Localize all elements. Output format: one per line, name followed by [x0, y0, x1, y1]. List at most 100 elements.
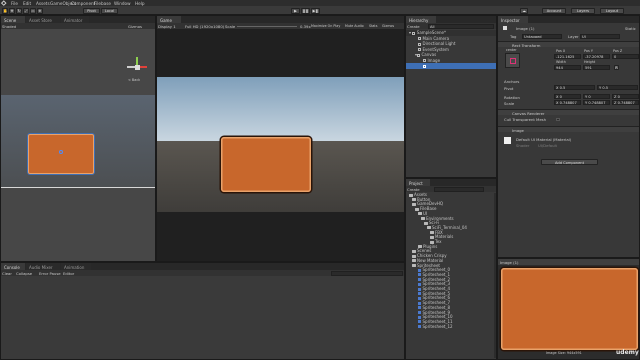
rect-transform-header[interactable]: Rect Transform: [498, 41, 639, 48]
pivot-y-field[interactable]: Y 0.5: [597, 85, 638, 90]
shading-dropdown[interactable]: Shaded: [2, 24, 16, 29]
scene-pivot-icon[interactable]: [59, 150, 63, 154]
collab-cloud-icon[interactable]: ☁: [520, 7, 528, 14]
hierarchy-scene-label: SampleScene*: [416, 30, 446, 35]
maximize-on-play-toggle[interactable]: Maximize On Play: [311, 24, 340, 28]
scene-icon: [412, 31, 416, 35]
tab-hierarchy[interactable]: Hierarchy: [406, 16, 436, 23]
object-name-field[interactable]: Image (1): [516, 26, 534, 31]
static-toggle[interactable]: Static: [625, 26, 636, 31]
mute-audio-toggle[interactable]: Mute Audio: [345, 24, 364, 28]
tab-console[interactable]: Console: [1, 263, 25, 270]
scene-viewport[interactable]: < Back: [1, 29, 155, 261]
width-label: Width: [556, 60, 566, 64]
shader-dropdown[interactable]: UI/Default: [538, 143, 557, 148]
hierarchy-item-label: Main Camera: [422, 35, 450, 41]
width-field[interactable]: 944: [554, 65, 581, 70]
hierarchy-item-label: EventSystem: [422, 46, 449, 52]
folder-icon: [412, 264, 416, 267]
console-collapse-button[interactable]: Collapse: [16, 271, 32, 276]
rotation-y-field[interactable]: Y 0: [583, 94, 610, 99]
pos-x-field[interactable]: -121.1625: [554, 54, 581, 59]
pivot-toggle[interactable]: Pivot: [83, 7, 100, 14]
project-create-dropdown[interactable]: Create: [407, 187, 420, 192]
canvas-renderer-header[interactable]: Canvas Renderer: [498, 109, 639, 116]
rotate-tool-button[interactable]: ↻: [16, 7, 22, 14]
project-search-input[interactable]: [434, 186, 484, 192]
sprite-icon: [418, 268, 421, 272]
scale-tool-button[interactable]: ⤢: [23, 7, 29, 14]
preview-size-label: Image Size: 944x591: [546, 351, 582, 355]
layout-dropdown[interactable]: Layout: [600, 7, 624, 14]
scale-slider[interactable]: [237, 25, 297, 27]
raw-edit-button[interactable]: R: [614, 65, 619, 70]
object-active-checkbox[interactable]: [503, 26, 507, 30]
preview-title: Image (1): [500, 259, 519, 265]
pos-y-field[interactable]: -37.20978: [583, 54, 610, 59]
scene-gizmos-dropdown[interactable]: Gizmos: [128, 24, 142, 29]
hierarchy-item-selected[interactable]: [406, 63, 496, 69]
scale-y-field[interactable]: Y 0.748807: [583, 100, 610, 105]
tab-project[interactable]: Project: [406, 179, 430, 186]
inspector-tabbar: Inspector: [498, 16, 639, 23]
hierarchy-item-label: Image: [427, 57, 441, 63]
anchor-preset-label: center: [506, 48, 517, 52]
scene-tabbar: Scene Asset Store Animator: [1, 16, 155, 23]
game-viewport[interactable]: [157, 29, 404, 261]
scale-z-field[interactable]: Z 0.748807: [612, 100, 639, 105]
console-clear-button[interactable]: Clear: [2, 271, 12, 276]
console-search-input[interactable]: [331, 270, 403, 276]
axis-center-icon[interactable]: [134, 64, 140, 70]
image-component-header[interactable]: Image: [498, 126, 639, 133]
scene-image-object[interactable]: [27, 133, 95, 175]
height-field[interactable]: 591: [583, 65, 610, 70]
add-component-button[interactable]: Add Component: [541, 159, 598, 165]
display-dropdown[interactable]: Display 1: [158, 24, 176, 29]
console-error-pause-button[interactable]: Error Pause: [39, 271, 61, 276]
tab-audio-mixer[interactable]: Audio Mixer: [26, 263, 60, 270]
resolution-dropdown[interactable]: Full HD (1920x1080): [185, 24, 224, 29]
layers-dropdown[interactable]: Layers: [571, 7, 595, 14]
sprite-icon: [418, 273, 421, 277]
tag-dropdown[interactable]: Untagged: [522, 33, 562, 39]
stats-toggle[interactable]: Stats: [369, 24, 377, 28]
tab-inspector[interactable]: Inspector: [498, 16, 528, 23]
pos-z-field[interactable]: 0: [612, 54, 639, 59]
cull-mesh-checkbox[interactable]: [556, 117, 560, 121]
tab-animation[interactable]: Animation: [61, 263, 91, 270]
axis-x-icon[interactable]: [139, 66, 147, 68]
transform-tool-button[interactable]: ⊕: [37, 7, 43, 14]
rect-tool-button[interactable]: ▭: [30, 7, 36, 14]
project-sprite-item[interactable]: Spritesheet_12: [406, 324, 494, 330]
account-dropdown[interactable]: Account: [542, 7, 566, 14]
console-panel: Console Audio Mixer Animation Clear Coll…: [0, 262, 405, 360]
axis-gizmo[interactable]: [127, 57, 147, 77]
anchors-foldout[interactable]: Anchors: [504, 79, 519, 84]
tab-asset-store[interactable]: Asset Store: [26, 16, 60, 23]
pause-button[interactable]: ❚❚: [301, 7, 310, 14]
layer-dropdown[interactable]: UI: [580, 33, 620, 39]
game-gizmos-dropdown[interactable]: Gizmos: [382, 24, 394, 28]
tab-animator[interactable]: Animator: [61, 16, 89, 23]
pivot-x-field[interactable]: X 0.5: [554, 85, 595, 90]
tab-scene[interactable]: Scene: [1, 16, 25, 23]
hand-tool-button[interactable]: ✋: [2, 7, 8, 14]
console-editor-dropdown[interactable]: Editor: [63, 271, 74, 276]
tab-game[interactable]: Game: [157, 16, 181, 23]
hierarchy-create-dropdown[interactable]: Create: [407, 24, 420, 29]
preview-image: [501, 268, 638, 350]
play-button[interactable]: ▶: [291, 7, 300, 14]
gameobject-icon: [423, 64, 426, 68]
folder-icon: [412, 249, 416, 253]
local-toggle[interactable]: Local: [101, 7, 118, 14]
move-tool-button[interactable]: ✥: [9, 7, 15, 14]
pivot-label: Pivot: [504, 86, 514, 91]
hierarchy-search-input[interactable]: All: [428, 23, 494, 29]
anchor-preset-button[interactable]: [505, 53, 520, 68]
rotation-x-field[interactable]: X 0: [554, 94, 581, 99]
scale-x-field[interactable]: X 0.748807: [554, 100, 581, 105]
game-tabbar: Game: [157, 16, 404, 23]
rotation-z-field[interactable]: Z 0: [612, 94, 639, 99]
material-name[interactable]: Default UI Material (Material): [516, 137, 571, 142]
step-button[interactable]: ▶❚: [311, 7, 320, 14]
